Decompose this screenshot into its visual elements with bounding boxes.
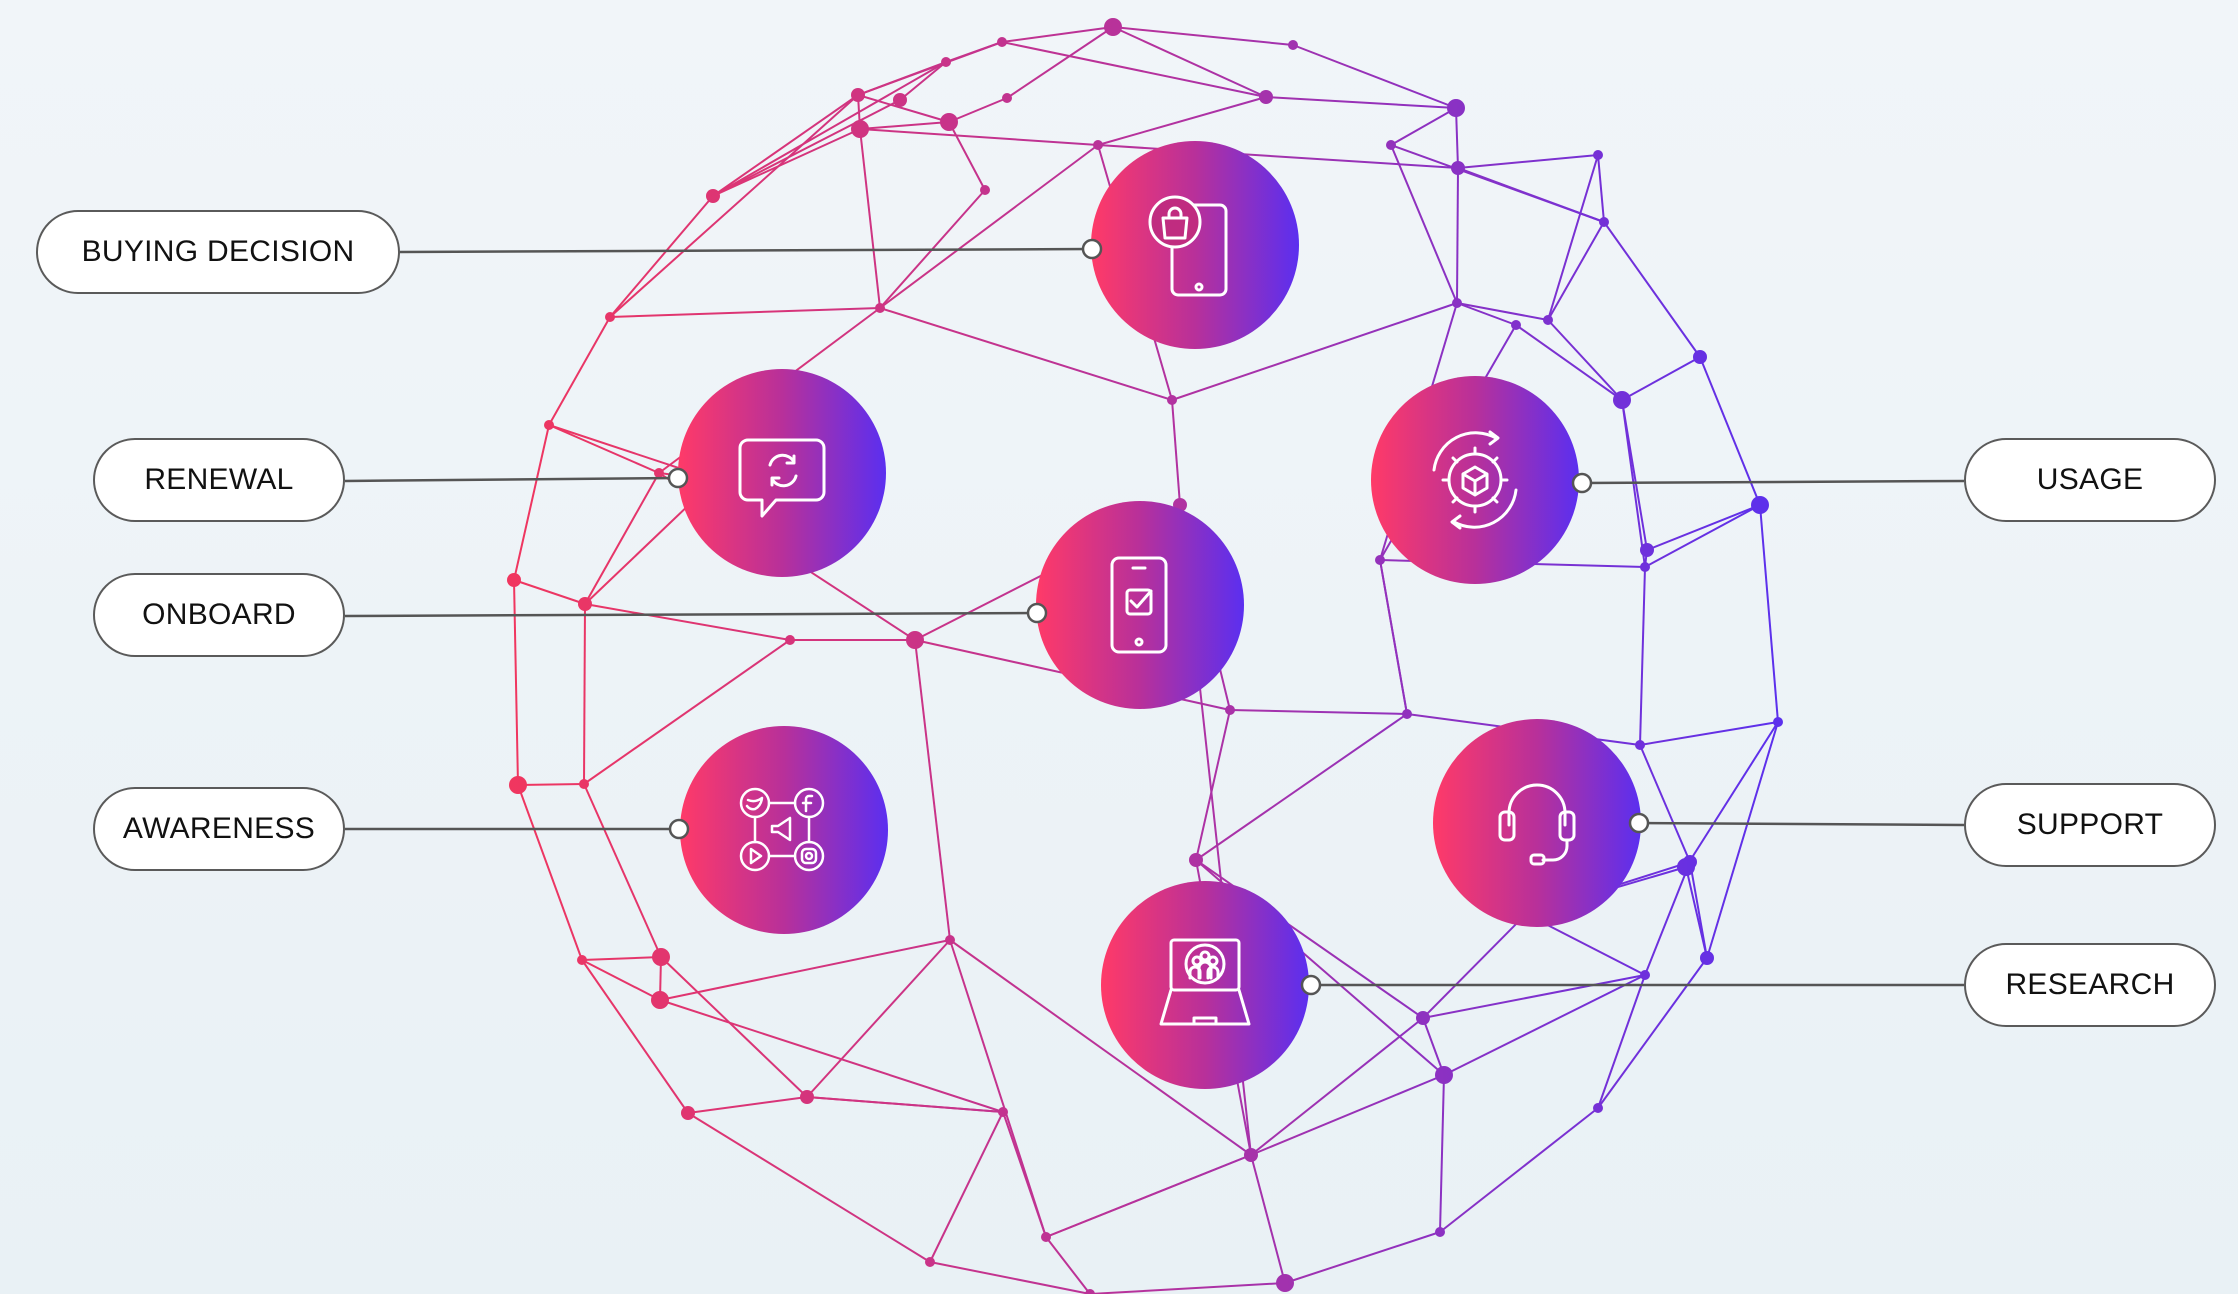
mesh-node: [1002, 93, 1012, 103]
mesh-node: [1104, 18, 1122, 36]
mesh-node: [980, 185, 990, 195]
mesh-node: [681, 1106, 695, 1120]
connector-line: [399, 247, 1093, 254]
mesh-node: [1288, 40, 1298, 50]
mesh-node: [1452, 298, 1462, 308]
mesh-node: [1677, 858, 1695, 876]
mesh-node: [1225, 705, 1235, 715]
mesh-node: [651, 991, 669, 1009]
mesh-node: [652, 948, 670, 966]
mesh-node: [1276, 1274, 1294, 1292]
node-usage: [1371, 376, 1579, 584]
mesh-node: [577, 955, 587, 965]
node-renewal: [678, 369, 886, 577]
mesh-node: [1700, 951, 1714, 965]
mesh-node: [1511, 320, 1521, 330]
mesh-node: [1189, 853, 1203, 867]
mesh-node: [945, 935, 955, 945]
mesh-node: [579, 779, 589, 789]
mesh-node: [1447, 99, 1465, 117]
node-research: [1101, 881, 1309, 1089]
connector-line: [344, 476, 679, 483]
mesh-node: [1451, 161, 1465, 175]
mesh-node: [851, 120, 869, 138]
mesh-node: [998, 1107, 1008, 1117]
mesh-node: [906, 631, 924, 649]
mesh-node: [1751, 496, 1769, 514]
mesh-node: [1640, 562, 1650, 572]
mesh-node: [605, 312, 615, 322]
label-buying-decision: BUYING DECISION: [36, 210, 400, 294]
mesh-node: [893, 93, 907, 107]
mesh-node: [1244, 1148, 1258, 1162]
mesh-node: [785, 635, 795, 645]
label-renewal: RENEWAL: [93, 438, 345, 522]
mesh-node: [851, 88, 865, 102]
mesh-node: [1041, 1232, 1051, 1242]
mesh-node: [1416, 1011, 1430, 1025]
mesh-node: [1593, 150, 1603, 160]
mesh-node: [1259, 90, 1273, 104]
mesh-node: [1435, 1066, 1453, 1084]
mesh-node: [1613, 391, 1631, 409]
connector-line: [1638, 821, 1965, 827]
mesh-node: [925, 1257, 935, 1267]
mesh-node: [1093, 140, 1103, 150]
mesh-node: [940, 113, 958, 131]
connector-line: [344, 611, 1038, 618]
mesh-node: [1375, 555, 1385, 565]
network-sphere: [344, 18, 1965, 1294]
mesh-node: [578, 597, 592, 611]
label-onboard: ONBOARD: [93, 573, 345, 657]
mesh-node: [1773, 717, 1783, 727]
mesh-node: [941, 57, 951, 67]
mesh-node: [1593, 1103, 1603, 1113]
mesh-node: [1386, 140, 1396, 150]
connector-line: [1581, 479, 1965, 485]
node-buying-decision: [1091, 141, 1299, 349]
label-research: RESEARCH: [1964, 943, 2216, 1027]
mesh-node: [507, 573, 521, 587]
mesh-node: [1640, 970, 1650, 980]
customer-journey-diagram: BUYING DECISION RENEWAL ONBOARD AWARENES…: [0, 0, 2238, 1294]
mesh-node: [544, 420, 554, 430]
mesh-node: [875, 303, 885, 313]
node-awareness: [680, 726, 888, 934]
node-support: [1433, 719, 1641, 927]
mesh-node: [997, 37, 1007, 47]
mesh-node: [1435, 1227, 1445, 1237]
mesh-node: [1402, 709, 1412, 719]
mesh-node: [1543, 315, 1553, 325]
mesh-node: [800, 1090, 814, 1104]
mesh-node: [1693, 350, 1707, 364]
label-usage: USAGE: [1964, 438, 2216, 522]
node-onboard: [1036, 501, 1244, 709]
label-awareness: AWARENESS: [93, 787, 345, 871]
label-support: SUPPORT: [1964, 783, 2216, 867]
mesh-node: [706, 189, 720, 203]
mesh-node: [654, 468, 664, 478]
mesh-node: [1635, 740, 1645, 750]
mesh-node: [1599, 217, 1609, 227]
mesh-node: [509, 776, 527, 794]
mesh-node: [1167, 395, 1177, 405]
mesh-node: [1640, 543, 1654, 557]
